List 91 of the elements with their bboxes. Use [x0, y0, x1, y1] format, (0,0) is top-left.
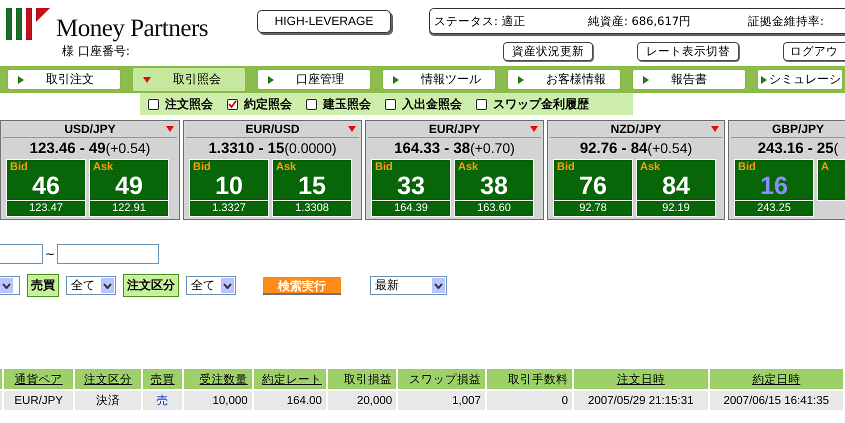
rate-value: 92.19	[636, 201, 716, 217]
logo-text: Money Partners	[56, 16, 208, 42]
rate-button[interactable]: Bid 33	[371, 159, 451, 201]
rate-button[interactable]: Ask 15	[272, 159, 352, 201]
table-cell: 決済	[74, 391, 142, 410]
nav-tab[interactable]: 報告書	[633, 70, 745, 89]
quote-price: 123.46 - 49(+0.54)	[28, 139, 152, 159]
column-header[interactable]: 通貨ペア	[4, 369, 73, 389]
filter-label: 注文区分	[123, 274, 179, 297]
nav-tab[interactable]: お客様情報	[508, 70, 620, 89]
checkbox[interactable]	[227, 98, 238, 110]
quote-price: 1.3310 - 15(0.0000)	[207, 139, 338, 159]
rate-value: 123.47	[6, 201, 86, 217]
sub-menu-item[interactable]: スワップ金利履歴	[476, 96, 589, 112]
rate-button[interactable]: Bid 76	[553, 159, 633, 201]
table-cell: 164.00	[254, 391, 326, 410]
dropdown-icon[interactable]	[166, 126, 174, 132]
quote-price: 164.33 - 38(+0.70)	[393, 139, 516, 159]
mode-button[interactable]: HIGH-LEVERAGE	[257, 10, 391, 32]
select-field[interactable]	[0, 276, 20, 295]
status-text: ステータス: 適正	[434, 14, 527, 28]
rate-button[interactable]: Ask 49	[89, 159, 169, 201]
column-header: 取引手数料	[486, 369, 572, 389]
select-field[interactable]: 全て	[66, 276, 116, 295]
rate-value: 122.91	[89, 201, 169, 217]
rate-value: 243.25	[734, 201, 814, 217]
dropdown-icon[interactable]	[348, 126, 356, 132]
nav-tab[interactable]: 取引注文	[8, 70, 120, 89]
column-header[interactable]: 受注数量	[184, 369, 252, 389]
select-field[interactable]: 全て	[186, 276, 236, 295]
rate-button[interactable]: Ask 84	[636, 159, 716, 201]
rate-button[interactable]: Ask 38	[454, 159, 534, 201]
nav-tab[interactable]: シミュレーシ	[758, 70, 842, 89]
filter-label: 売買	[27, 274, 59, 297]
rate-value: 163.60	[454, 201, 534, 217]
column-header[interactable]: 注文区分	[74, 369, 142, 389]
rate-value: 92.78	[553, 201, 633, 217]
column-header[interactable]: 注文日時	[574, 369, 708, 389]
currency-pair: EUR/USD	[245, 122, 300, 136]
column-header[interactable]: 売買	[143, 369, 182, 389]
range-separator: ~	[45, 247, 56, 261]
sub-menu-item[interactable]: 入出金照会	[385, 96, 462, 112]
table-cell: 1,007	[398, 391, 485, 410]
rate-value: 1.3327	[189, 201, 269, 217]
dropdown-icon[interactable]	[711, 126, 719, 132]
nav-tab[interactable]: 情報ツール	[383, 70, 495, 89]
table-cell[interactable]: 売	[143, 391, 182, 410]
status-text: 証拠金維持率:	[748, 14, 824, 28]
header-button[interactable]: ログアウ	[783, 42, 845, 61]
dropdown-icon[interactable]	[0, 278, 13, 293]
currency-pair: NZD/JPY	[610, 122, 662, 136]
table-cell: 2007/05/29 21:15:31	[574, 391, 708, 410]
checkbox[interactable]	[306, 98, 317, 110]
rate-button[interactable]: Bid 10	[189, 159, 269, 201]
column-header[interactable]: 約定レート	[254, 369, 326, 389]
checkbox[interactable]	[385, 98, 396, 110]
header-button[interactable]: レート表示切替	[637, 42, 739, 61]
rate-value: 164.39	[371, 201, 451, 217]
dropdown-icon[interactable]	[530, 126, 538, 132]
table-cell: 20,000	[328, 391, 396, 410]
sub-menu-item[interactable]: 建玉照会	[306, 96, 371, 112]
table-cell: 0	[486, 391, 572, 410]
table-cell: 2007/06/15 16:41:35	[710, 391, 843, 410]
header-button[interactable]: 資産状況更新	[503, 42, 593, 61]
checkbox[interactable]	[476, 98, 487, 110]
nav-tab[interactable]: 口座管理	[258, 70, 370, 89]
column-header: スワップ損益	[398, 369, 485, 389]
quote-price: 92.76 - 84(+0.54)	[578, 139, 694, 159]
column-header: 取引損益	[328, 369, 396, 389]
table-cell: 10,000	[184, 391, 252, 410]
account-label: 様 口座番号:	[62, 44, 130, 58]
currency-pair: GBP/JPY	[772, 122, 824, 136]
currency-pair: EUR/JPY	[428, 122, 480, 136]
nav-tab[interactable]: 取引照会	[133, 68, 245, 91]
dropdown-icon[interactable]	[101, 278, 114, 293]
date-field[interactable]	[0, 244, 43, 264]
currency-pair: USD/JPY	[64, 122, 116, 136]
logo-icon	[4, 6, 52, 42]
quote-price: 243.16 - 25(	[756, 139, 840, 159]
sub-menu-item[interactable]: 注文照会	[148, 96, 213, 112]
dropdown-icon[interactable]	[432, 278, 445, 293]
sub-menu-item[interactable]: 約定照会	[227, 96, 292, 112]
checkbox[interactable]	[148, 98, 159, 110]
rate-button[interactable]: Bid 46	[6, 159, 86, 201]
column-header[interactable]: 約定日時	[710, 369, 843, 389]
select-field[interactable]: 最新	[370, 276, 447, 295]
status-text: 純資産: 686,617円	[588, 14, 692, 28]
rate-value: 1.3308	[272, 201, 352, 217]
table-cell: EUR/JPY	[4, 391, 73, 410]
dropdown-icon[interactable]	[221, 278, 234, 293]
date-field[interactable]	[57, 244, 160, 264]
